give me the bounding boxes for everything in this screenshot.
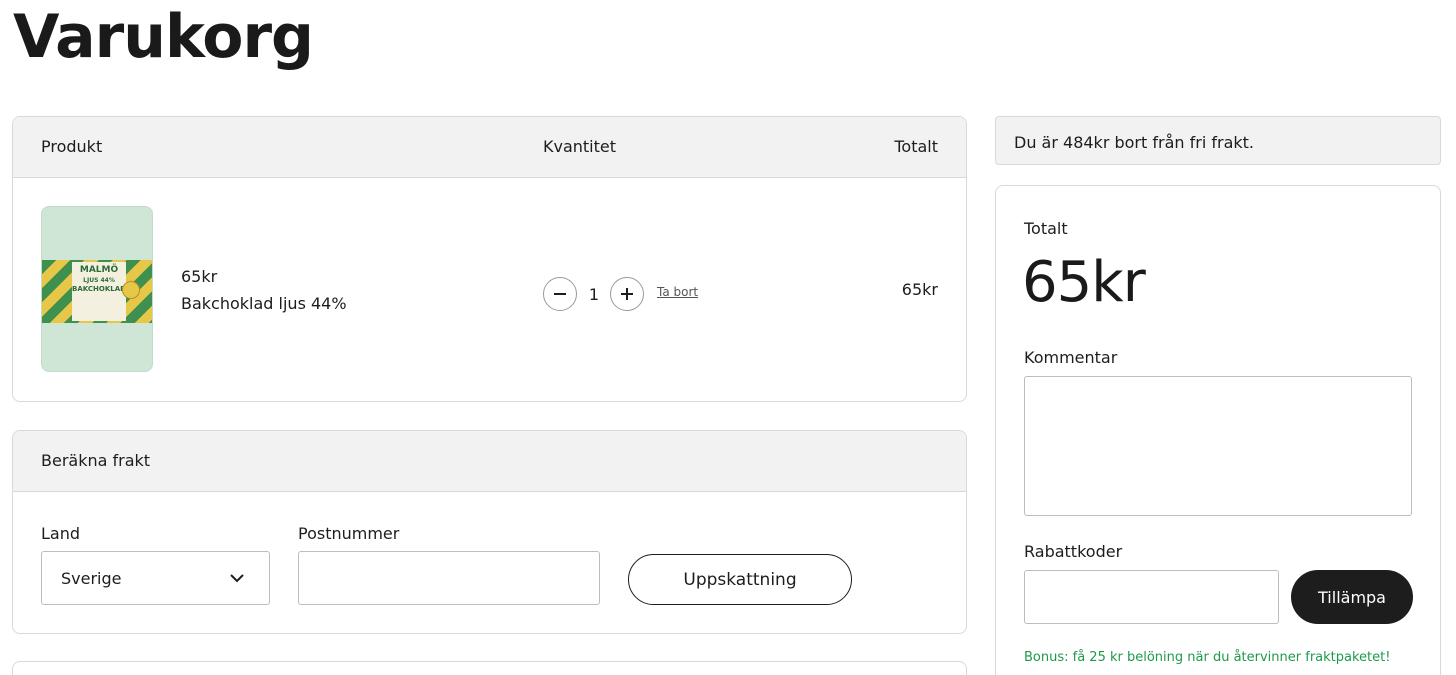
total-label: Totalt	[1024, 219, 1068, 238]
free-shipping-notice-text: Du är 484kr bort från fri frakt.	[1014, 133, 1254, 152]
free-shipping-notice: Du är 484kr bort från fri frakt.	[995, 116, 1441, 165]
item-unit-price: 65kr	[181, 267, 218, 286]
discount-label: Rabattkoder	[1024, 542, 1123, 561]
product-label-brand: MALMÖ	[79, 265, 119, 275]
minus-icon	[554, 293, 566, 295]
bonus-message: Bonus: få 25 kr belöning när du återvinn…	[1024, 650, 1391, 665]
cart-table: Produkt Kvantitet Totalt MALMÖ LJUS 44% …	[12, 116, 967, 402]
shipping-calculator: Beräkna frakt Land Sverige Postnummer Up…	[12, 430, 967, 634]
decrease-quantity-button[interactable]	[543, 277, 577, 311]
order-summary: Totalt 65kr Kommentar Rabattkoder Tilläm…	[995, 185, 1441, 675]
shipping-calculator-title: Beräkna frakt	[41, 451, 151, 470]
plus-icon	[621, 288, 633, 300]
item-name[interactable]: Bakchoklad ljus 44%	[181, 294, 347, 313]
increase-quantity-button[interactable]	[610, 277, 644, 311]
country-label: Land	[41, 524, 81, 543]
total-amount: 65kr	[1022, 250, 1146, 315]
column-header-quantity: Kvantitet	[543, 137, 617, 156]
column-header-product: Produkt	[41, 137, 103, 156]
shipping-calculator-header: Beräkna frakt	[13, 431, 966, 492]
chevron-down-icon	[230, 574, 244, 583]
cart-table-header: Produkt Kvantitet Totalt	[13, 117, 966, 178]
product-label-type: BAKCHOKLAD	[72, 285, 126, 293]
comment-label: Kommentar	[1024, 348, 1118, 367]
product-label-variant: LJUS 44%	[83, 277, 115, 284]
additional-section	[12, 661, 967, 675]
estimate-shipping-button[interactable]: Uppskattning	[628, 554, 852, 605]
apply-discount-button[interactable]: Tillämpa	[1291, 570, 1413, 624]
remove-item-link[interactable]: Ta bort	[657, 285, 698, 299]
column-header-total: Totalt	[894, 137, 938, 156]
page-title: Varukorg	[13, 2, 314, 72]
discount-code-input[interactable]	[1024, 570, 1279, 624]
postcode-input[interactable]	[298, 551, 600, 605]
product-image[interactable]: MALMÖ LJUS 44% BAKCHOKLAD	[41, 206, 153, 372]
line-total: 65kr	[901, 280, 938, 299]
country-selected-value: Sverige	[61, 569, 122, 588]
comment-textarea[interactable]	[1024, 376, 1412, 516]
eco-seal-icon	[122, 281, 140, 299]
product-label: MALMÖ LJUS 44% BAKCHOKLAD	[72, 262, 126, 321]
postcode-label: Postnummer	[298, 524, 400, 543]
quantity-value[interactable]: 1	[587, 285, 601, 304]
country-select[interactable]: Sverige	[41, 551, 270, 605]
